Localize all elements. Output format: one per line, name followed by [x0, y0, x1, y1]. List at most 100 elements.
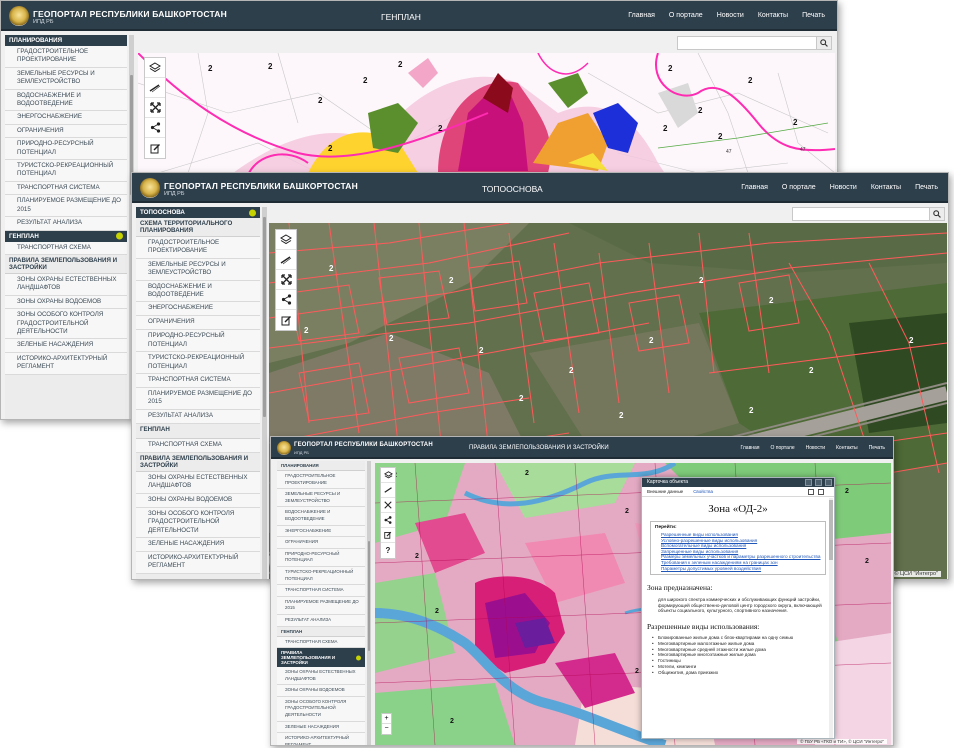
sidebar-item[interactable]: ТРАНСПОРТНАЯ СХЕМА — [277, 636, 365, 649]
nav-print[interactable]: Печать — [802, 12, 825, 19]
link-impact-levels[interactable]: Параметры допустимых уровней воздействия — [655, 566, 821, 572]
sidebar-item[interactable]: ТУРИСТСКО-РЕКРЕАЦИОННЫЙ ПОТЕНЦИАЛ — [5, 160, 127, 182]
sidebar-group-heading[interactable]: ГЕНПЛАН — [136, 424, 260, 439]
card-maximize-button[interactable] — [815, 479, 822, 486]
sidebar-item[interactable]: ЗОНЫ ОСОБОГО КОНТРОЛЯ ГРАДОСТРОИТЕЛЬНОЙ … — [136, 507, 260, 538]
measure-button[interactable] — [276, 250, 296, 270]
edit-button[interactable] — [381, 528, 395, 543]
search-input[interactable] — [792, 207, 930, 221]
sidebar-item[interactable]: ТРАНСПОРТНАЯ СИСТЕМА — [277, 585, 365, 597]
sidebar-item[interactable]: ЭНЕРГОСНАБЖЕНИЕ — [5, 111, 127, 125]
sidebar-item[interactable]: ИСТОРИКО-АРХИТЕКТУРНЫЙ РЕГЛАМЕНТ — [277, 733, 365, 745]
sidebar-item[interactable]: ПРИРОДНО-РЕСУРСНЫЙ ПОТЕНЦИАЛ — [277, 548, 365, 567]
fullscreen-button[interactable] — [145, 98, 165, 118]
nav-contacts[interactable]: Контакты — [836, 445, 858, 451]
search-button[interactable] — [929, 207, 945, 221]
nav-news[interactable]: Новости — [830, 184, 857, 191]
sidebar-section[interactable]: ПЛАНИРОВАНИЯ — [5, 35, 127, 46]
nav-about[interactable]: О портале — [669, 12, 703, 19]
nav-contacts[interactable]: Контакты — [758, 12, 788, 19]
card-close-button[interactable] — [825, 479, 832, 486]
sidebar-item[interactable]: ТРАНСПОРТНАЯ СИСТЕМА — [136, 374, 260, 389]
tab-properties[interactable]: Свойства — [693, 489, 713, 494]
card-scrollbar[interactable] — [829, 498, 833, 738]
sidebar-item[interactable]: ЗЕЛЕНЫЕ НАСАЖДЕНИЯ — [5, 339, 127, 353]
edit-button[interactable] — [276, 310, 296, 330]
sidebar-item[interactable]: ИСТОРИКО-АРХИТЕКТУРНЫЙ РЕГЛАМЕНТ — [5, 352, 127, 375]
zoom-in-button[interactable]: + — [382, 714, 391, 724]
sidebar-item[interactable]: ОГРАНИЧЕНИЯ — [5, 124, 127, 139]
nav-news[interactable]: Новости — [717, 12, 744, 19]
fullscreen-button[interactable] — [276, 270, 296, 290]
print-icon[interactable] — [818, 488, 824, 495]
sidebar-item[interactable]: РЕЗУЛЬТАТ АНАЛИЗА — [5, 217, 127, 231]
sidebar-item[interactable]: ЗОНЫ ОХРАНЫ ЕСТЕСТВЕННЫХ ЛАНДШАФТОВ — [277, 667, 365, 686]
sidebar-item[interactable]: ВОДОСНАБЖЕНИЕ И ВОДООТВЕДЕНИЕ — [5, 89, 127, 112]
fullscreen-button[interactable] — [381, 498, 395, 513]
sidebar-item[interactable]: ОГРАНИЧЕНИЯ — [277, 537, 365, 549]
sidebar-item[interactable]: ЗЕМЕЛЬНЫЕ РЕСУРСЫ И ЗЕМЛЕУСТРОЙСТВО — [277, 489, 365, 508]
sidebar-section[interactable]: ПРАВИЛА ЗЕМЛЕПОЛЬЗОВАНИЯ И ЗАСТРОЙКИ — [277, 648, 365, 668]
nav-news[interactable]: Новости — [806, 445, 825, 451]
info-icon[interactable] — [116, 232, 123, 240]
nav-print[interactable]: Печать — [915, 184, 938, 191]
sidebar-group-heading[interactable]: СХЕМА ТЕРРИТОРИАЛЬНОГО ПЛАНИРОВАНИЯ — [136, 218, 260, 237]
sidebar-item[interactable]: ЗОНЫ ОСОБОГО КОНТРОЛЯ ГРАДОСТРОИТЕЛЬНОЙ … — [5, 309, 127, 340]
sidebar-item[interactable]: ЗОНЫ ОСОБОГО КОНТРОЛЯ ГРАДОСТРОИТЕЛЬНОЙ … — [277, 696, 365, 722]
sidebar-item[interactable]: ПРИРОДНО-РЕСУРСНЫЙ ПОТЕНЦИАЛ — [5, 138, 127, 161]
nav-contacts[interactable]: Контакты — [871, 184, 901, 191]
layers-button[interactable] — [145, 58, 165, 78]
sidebar-item[interactable]: ВОДОСНАБЖЕНИЕ И ВОДООТВЕДЕНИЕ — [277, 507, 365, 526]
share-button[interactable] — [276, 290, 296, 310]
sidebar-item[interactable]: ЗЕМЕЛЬНЫЕ РЕСУРСЫ И ЗЕМЛЕУСТРОЙСТВО — [136, 258, 260, 281]
sidebar-scrollbar[interactable] — [367, 461, 371, 745]
sidebar-item[interactable]: ВОДОСНАБЖЕНИЕ И ВОДООТВЕДЕНИЕ — [136, 280, 260, 303]
sidebar-item[interactable]: РЕЗУЛЬТАТ АНАЛИЗА — [136, 409, 260, 424]
search-input[interactable] — [677, 36, 817, 50]
sidebar-item[interactable]: ЭНЕРГОСНАБЖЕНИЕ — [277, 525, 365, 538]
layers-button[interactable] — [276, 230, 296, 250]
sidebar-group-heading[interactable]: ГЕНПЛАН — [277, 627, 365, 637]
sidebar-item[interactable]: ТУРИСТСКО-РЕКРЕАЦИОННЫЙ ПОТЕНЦИАЛ — [277, 566, 365, 586]
layers-button[interactable] — [381, 468, 395, 483]
info-icon[interactable] — [249, 209, 256, 216]
sidebar-item[interactable]: ПРИРОДНО-РЕСУРСНЫЙ ПОТЕНЦИАЛ — [136, 330, 260, 353]
sidebar-item[interactable]: ТРАНСПОРТНАЯ СХЕМА — [136, 438, 260, 453]
sidebar-group-heading[interactable]: ПРАВИЛА ЗЕМЛЕПОЛЬЗОВАНИЯ И ЗАСТРОЙКИ — [136, 453, 260, 472]
nav-about[interactable]: О портале — [770, 445, 794, 451]
share-button[interactable] — [381, 513, 395, 528]
sidebar-scrollbar[interactable] — [262, 207, 267, 579]
sidebar-item[interactable]: ЗОНЫ ОХРАНЫ ВОДОЕМОВ — [277, 685, 365, 697]
sidebar-item[interactable]: ЗОНЫ ОХРАНЫ ЕСТЕСТВЕННЫХ ЛАНДШАФТОВ — [136, 471, 260, 494]
sidebar-item[interactable]: ПЛАНИРУЕМОЕ РАЗМЕЩЕНИЕ ДО 2015 — [277, 596, 365, 615]
nav-home[interactable]: Главная — [628, 12, 655, 19]
sidebar-item[interactable]: ПЛАНИРУЕМОЕ РАЗМЕЩЕНИЕ ДО 2015 — [5, 195, 127, 218]
share-button[interactable] — [145, 118, 165, 138]
nav-home[interactable]: Главная — [741, 184, 768, 191]
sidebar-item[interactable]: ПЛАНИРУЕМОЕ РАЗМЕЩЕНИЕ ДО 2015 — [136, 388, 260, 410]
info-icon[interactable] — [356, 655, 361, 661]
sidebar-item[interactable]: ИСТОРИКО-АРХИТЕКТУРНЫЙ РЕГЛАМЕНТ — [136, 551, 260, 574]
sidebar-item[interactable]: ЗЕМЕЛЬНЫЕ РЕСУРСЫ И ЗЕМЛЕУСТРОЙСТВО — [5, 67, 127, 90]
sidebar-group-heading[interactable]: ПЛАНИРОВАНИЯ — [277, 461, 365, 471]
sidebar-item[interactable]: ГРАДОСТРОИТЕЛЬНОЕ ПРОЕКТИРОВАНИЕ — [277, 471, 365, 490]
sidebar-group-heading[interactable]: ПРАВИЛА ЗЕМЛЕПОЛЬЗОВАНИЯ И ЗАСТРОЙКИ — [5, 255, 127, 274]
card-minimize-button[interactable] — [805, 479, 812, 486]
sidebar-item[interactable]: ЗОНЫ ОХРАНЫ ВОДОЕМОВ — [136, 493, 260, 508]
sidebar-item[interactable]: ТУРИСТСКО-РЕКРЕАЦИОННЫЙ ПОТЕНЦИАЛ — [136, 352, 260, 375]
sidebar-item[interactable]: РЕЗУЛЬТАТ АНАЛИЗА — [277, 614, 365, 627]
export-icon[interactable] — [808, 488, 814, 495]
tab-external-data[interactable]: Внешние данные — [647, 489, 683, 494]
sidebar-item[interactable]: ГРАДОСТРОИТЕЛЬНОЕ ПРОЕКТИРОВАНИЕ — [5, 46, 127, 68]
zoom-out-button[interactable]: − — [382, 724, 391, 734]
sidebar-section[interactable]: ГЕНПЛАН — [5, 230, 127, 242]
sidebar-item[interactable]: ЗЕЛЕНЫЕ НАСАЖДЕНИЯ — [136, 537, 260, 552]
sidebar-item[interactable]: ОГРАНИЧЕНИЯ — [136, 316, 260, 331]
sidebar-item[interactable]: ТРАНСПОРТНАЯ СХЕМА — [5, 241, 127, 255]
nav-home[interactable]: Главная — [740, 445, 759, 451]
help-button[interactable]: ? — [381, 543, 395, 558]
sidebar-item[interactable]: ТРАНСПОРТНАЯ СИСТЕМА — [5, 181, 127, 196]
search-button[interactable] — [816, 36, 832, 50]
sidebar-item[interactable]: ЗОНЫ ОХРАНЫ ВОДОЕМОВ — [5, 295, 127, 310]
sidebar-item[interactable]: ГРАДОСТРОИТЕЛЬНОЕ ПРОЕКТИРОВАНИЕ — [136, 237, 260, 259]
